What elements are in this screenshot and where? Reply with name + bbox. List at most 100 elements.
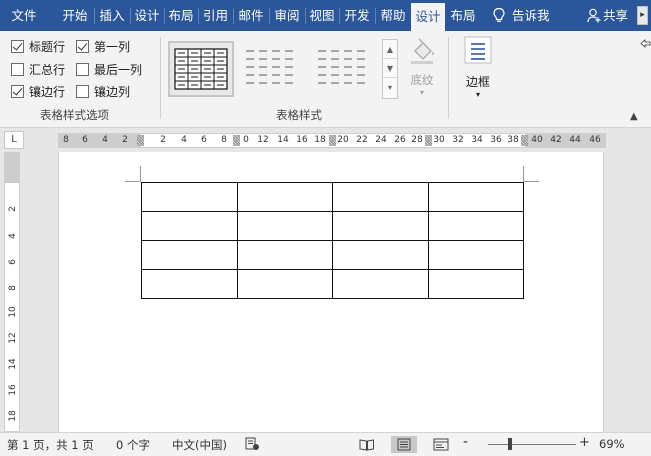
tab-design[interactable]: 设计 [131, 0, 163, 31]
share-button[interactable]: 共享 [603, 0, 635, 31]
read-mode-button[interactable] [354, 436, 380, 453]
zoom-out-button[interactable]: - [463, 434, 468, 450]
shading-button[interactable]: 底纹 ▾ [404, 37, 440, 101]
language-indicator[interactable]: 中文(中国) [172, 437, 227, 453]
ruler-left-margin [59, 134, 141, 147]
ruler-tick: 46 [589, 135, 601, 145]
banded-columns-checkbox[interactable] [76, 84, 89, 98]
table-plain-style-icon [318, 50, 365, 84]
document-table[interactable] [141, 182, 524, 299]
table-cell[interactable] [141, 240, 238, 270]
accessibility-icon[interactable] [245, 437, 260, 451]
column-marker[interactable] [137, 135, 144, 146]
tab-developer[interactable]: 开发 [340, 0, 374, 31]
table-cell[interactable] [332, 240, 429, 270]
ruler-tick: 22 [356, 135, 368, 145]
horizontal-ruler[interactable]: 8 6 4 2 2 4 6 8 0 12 14 16 18 20 22 24 2… [58, 133, 606, 148]
first-column-checkbox[interactable] [76, 39, 89, 53]
ruler-tick: 8 [8, 285, 18, 291]
vertical-scrollbar[interactable] [640, 152, 651, 432]
word-count[interactable]: 0 个字 [116, 437, 150, 453]
gallery-scroll-down-button[interactable]: ▼ [383, 59, 397, 78]
shading-label: 底纹 [410, 73, 434, 87]
ruler-tick: 4 [102, 135, 108, 145]
table-cell[interactable] [427, 211, 524, 241]
last-column-option[interactable]: 最后一列 [76, 61, 142, 77]
column-marker[interactable] [521, 135, 528, 146]
zoom-level[interactable]: 69% [599, 437, 625, 451]
print-layout-button[interactable] [391, 436, 417, 453]
tab-insert[interactable]: 插入 [95, 0, 129, 31]
table-plain-style-icon [246, 50, 293, 84]
table-cell[interactable] [236, 182, 333, 212]
ruler-tick: 28 [411, 135, 423, 145]
table-cell[interactable] [427, 182, 524, 212]
table-style-grid-selected[interactable] [168, 41, 234, 97]
person-icon[interactable] [587, 8, 601, 23]
tab-scroll-right-button[interactable]: ▸ [637, 6, 648, 25]
banded-columns-option[interactable]: 镶边列 [76, 83, 130, 99]
ruler-tick: 32 [452, 135, 464, 145]
tab-selector-button[interactable]: L [4, 131, 24, 149]
first-column-option[interactable]: 第一列 [76, 38, 130, 54]
tab-layout[interactable]: 布局 [165, 0, 197, 31]
table-cell[interactable] [141, 182, 238, 212]
banded-rows-checkbox[interactable] [11, 84, 24, 98]
table-cell[interactable] [141, 211, 238, 241]
zoom-slider-track[interactable] [488, 444, 576, 445]
ruler-tick: 12 [257, 135, 269, 145]
page-count[interactable]: 第 1 页，共 1 页 [7, 437, 94, 453]
collapse-ribbon-button[interactable]: ▲ [630, 111, 638, 122]
ruler-tick: 2 [160, 135, 166, 145]
table-cell[interactable] [236, 211, 333, 241]
table-style-plain-2[interactable] [312, 41, 378, 97]
table-cell[interactable] [427, 240, 524, 270]
tab-mailings[interactable]: 邮件 [234, 0, 268, 31]
tell-me-box[interactable]: 告诉我 [512, 0, 562, 31]
ruler-tick: 30 [433, 135, 445, 145]
tab-table-design[interactable]: 设计 [411, 3, 445, 31]
table-cell[interactable] [332, 211, 429, 241]
ruler-tick: 4 [181, 135, 187, 145]
table-cell[interactable] [236, 240, 333, 270]
chevron-down-icon: ▾ [475, 90, 480, 99]
table-cell[interactable] [332, 269, 429, 299]
total-row-checkbox[interactable] [11, 62, 24, 76]
ribbon-tab-bar: 文件 开始 插入 设计 布局 引用 邮件 审阅 视图 开发 帮助 设计 布局 告… [0, 0, 651, 31]
group-divider [160, 37, 161, 119]
tab-view[interactable]: 视图 [306, 0, 338, 31]
table-cell[interactable] [427, 269, 524, 299]
header-row-checkbox[interactable] [11, 39, 24, 53]
borders-button[interactable]: 边框 ▾ [458, 36, 498, 100]
tab-references[interactable]: 引用 [199, 0, 232, 31]
gallery-scroll-up-button[interactable]: ▲ [383, 40, 397, 59]
tab-review[interactable]: 审阅 [270, 0, 304, 31]
total-row-option[interactable]: 汇总行 [11, 61, 65, 77]
tab-table-layout[interactable]: 布局 [446, 0, 480, 31]
tab-home[interactable]: 开始 [58, 0, 92, 31]
vertical-ruler[interactable]: 2 4 6 8 10 12 14 16 18 [4, 152, 20, 432]
lightbulb-icon[interactable] [492, 7, 506, 24]
column-marker[interactable] [233, 135, 240, 146]
tab-help[interactable]: 帮助 [376, 0, 410, 31]
table-cell[interactable] [236, 269, 333, 299]
zoom-in-button[interactable]: + [579, 435, 590, 450]
column-marker[interactable] [329, 135, 336, 146]
column-marker[interactable] [425, 135, 432, 146]
table-cell[interactable] [332, 182, 429, 212]
status-bar: 第 1 页，共 1 页 0 个字 中文(中国) - + 69% [0, 432, 651, 456]
last-column-checkbox[interactable] [76, 62, 89, 76]
table-style-plain-1[interactable] [240, 41, 306, 97]
gallery-more-button[interactable]: ▾ [383, 78, 397, 97]
ruler-tick: 38 [507, 135, 519, 145]
header-row-option[interactable]: 标题行 [11, 38, 65, 54]
header-row-label: 标题行 [29, 39, 66, 54]
tab-file[interactable]: 文件 [4, 0, 44, 31]
zoom-slider-thumb[interactable] [508, 438, 512, 450]
web-layout-button[interactable] [428, 436, 454, 453]
chevron-right-icon: ▸ [640, 10, 645, 20]
ruler-tick: 16 [296, 135, 308, 145]
table-cell[interactable] [141, 269, 238, 299]
banded-rows-option[interactable]: 镶边行 [11, 83, 65, 99]
document-page[interactable] [58, 152, 604, 432]
